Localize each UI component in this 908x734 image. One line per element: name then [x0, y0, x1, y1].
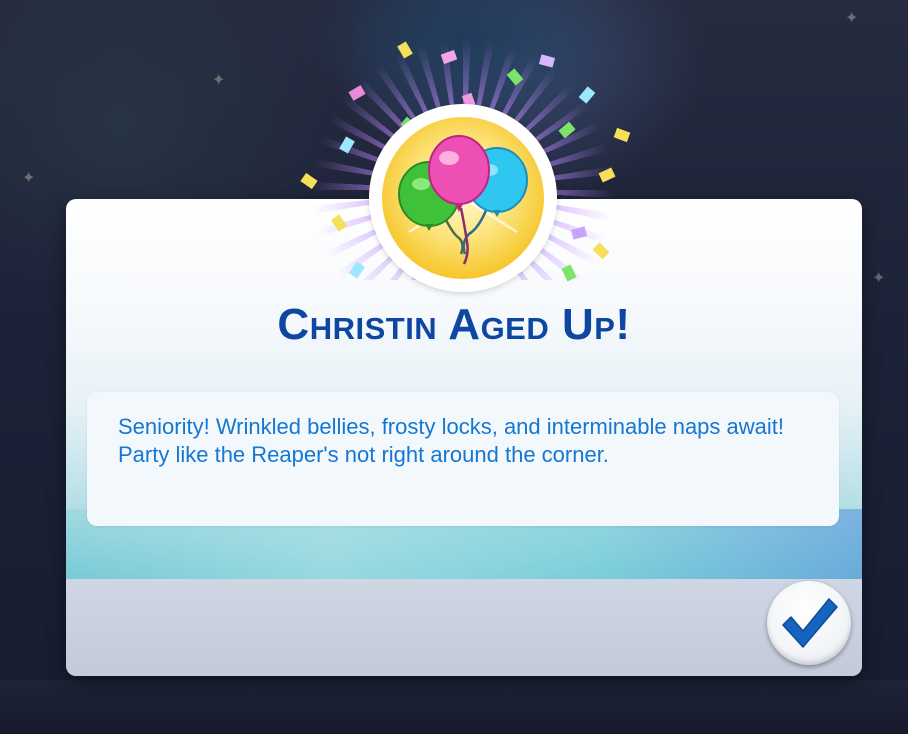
confirm-button[interactable] — [767, 581, 851, 665]
background-sparkle: ✦ — [212, 70, 226, 89]
aged-up-badge — [369, 104, 557, 292]
background-sparkle: ✦ — [845, 8, 859, 27]
checkmark-icon — [782, 598, 838, 648]
message-box: Seniority! Wrinkled bellies, frosty lock… — [87, 392, 839, 526]
background-ledge — [0, 680, 908, 734]
dialog-message: Seniority! Wrinkled bellies, frosty lock… — [118, 414, 785, 467]
balloons-icon — [398, 135, 528, 265]
dialog-footer — [66, 579, 862, 676]
background-sparkle: ✦ — [22, 168, 36, 187]
background-sparkle: ✦ — [872, 268, 886, 287]
dialog-title: Christin Aged Up! — [277, 300, 631, 349]
